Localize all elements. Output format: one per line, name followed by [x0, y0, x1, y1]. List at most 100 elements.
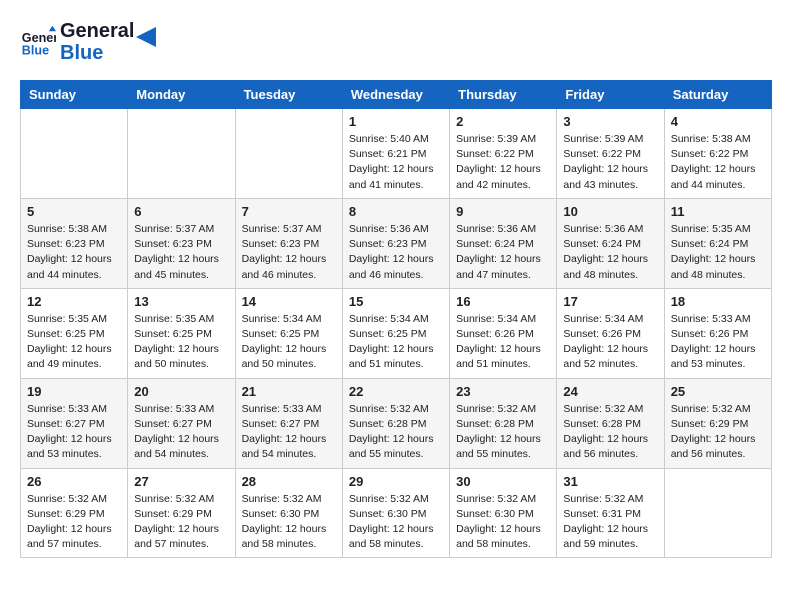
day-info: Sunrise: 5:34 AM Sunset: 6:25 PM Dayligh… — [242, 312, 336, 373]
calendar-cell: 6 Sunrise: 5:37 AM Sunset: 6:23 PM Daylig… — [128, 198, 235, 288]
day-info: Sunrise: 5:32 AM Sunset: 6:30 PM Dayligh… — [349, 492, 443, 553]
day-number: 23 — [456, 384, 550, 399]
day-number: 18 — [671, 294, 765, 309]
day-number: 17 — [563, 294, 657, 309]
day-number: 6 — [134, 204, 228, 219]
day-number: 27 — [134, 474, 228, 489]
day-info: Sunrise: 5:38 AM Sunset: 6:23 PM Dayligh… — [27, 222, 121, 283]
day-info: Sunrise: 5:36 AM Sunset: 6:23 PM Dayligh… — [349, 222, 443, 283]
calendar-cell: 12 Sunrise: 5:35 AM Sunset: 6:25 PM Dayli… — [21, 288, 128, 378]
day-info: Sunrise: 5:35 AM Sunset: 6:25 PM Dayligh… — [134, 312, 228, 373]
day-info: Sunrise: 5:34 AM Sunset: 6:26 PM Dayligh… — [563, 312, 657, 373]
day-info: Sunrise: 5:32 AM Sunset: 6:29 PM Dayligh… — [27, 492, 121, 553]
day-number: 1 — [349, 114, 443, 129]
day-number: 16 — [456, 294, 550, 309]
calendar-cell: 26 Sunrise: 5:32 AM Sunset: 6:29 PM Dayli… — [21, 468, 128, 558]
weekday-header-saturday: Saturday — [664, 81, 771, 109]
day-number: 19 — [27, 384, 121, 399]
calendar-cell: 4 Sunrise: 5:38 AM Sunset: 6:22 PM Daylig… — [664, 109, 771, 199]
calendar-cell: 27 Sunrise: 5:32 AM Sunset: 6:29 PM Dayli… — [128, 468, 235, 558]
calendar-cell: 17 Sunrise: 5:34 AM Sunset: 6:26 PM Dayli… — [557, 288, 664, 378]
day-number: 14 — [242, 294, 336, 309]
day-info: Sunrise: 5:33 AM Sunset: 6:27 PM Dayligh… — [27, 402, 121, 463]
calendar-cell: 18 Sunrise: 5:33 AM Sunset: 6:26 PM Dayli… — [664, 288, 771, 378]
weekday-header-friday: Friday — [557, 81, 664, 109]
day-info: Sunrise: 5:32 AM Sunset: 6:31 PM Dayligh… — [563, 492, 657, 553]
calendar-cell — [21, 109, 128, 199]
day-number: 15 — [349, 294, 443, 309]
day-number: 26 — [27, 474, 121, 489]
day-number: 31 — [563, 474, 657, 489]
day-info: Sunrise: 5:38 AM Sunset: 6:22 PM Dayligh… — [671, 132, 765, 193]
calendar-cell: 23 Sunrise: 5:32 AM Sunset: 6:28 PM Dayli… — [450, 378, 557, 468]
logo-line1: General — [60, 20, 134, 42]
calendar-cell: 10 Sunrise: 5:36 AM Sunset: 6:24 PM Dayli… — [557, 198, 664, 288]
calendar-cell: 13Sunrise: 5:35 AM Sunset: 6:25 PM Dayli… — [128, 288, 235, 378]
day-info: Sunrise: 5:35 AM Sunset: 6:24 PM Dayligh… — [671, 222, 765, 283]
calendar-cell: 20 Sunrise: 5:33 AM Sunset: 6:27 PM Dayli… — [128, 378, 235, 468]
calendar-cell: 19 Sunrise: 5:33 AM Sunset: 6:27 PM Dayli… — [21, 378, 128, 468]
day-info: Sunrise: 5:33 AM Sunset: 6:26 PM Dayligh… — [671, 312, 765, 373]
weekday-header-sunday: Sunday — [21, 81, 128, 109]
calendar-cell: 7 Sunrise: 5:37 AM Sunset: 6:23 PM Daylig… — [235, 198, 342, 288]
logo-arrow-icon — [136, 27, 156, 47]
day-info: Sunrise: 5:34 AM Sunset: 6:26 PM Dayligh… — [456, 312, 550, 373]
day-number: 30 — [456, 474, 550, 489]
calendar-week-row: 1 Sunrise: 5:40 AM Sunset: 6:21 PM Daylig… — [21, 109, 772, 199]
day-number: 29 — [349, 474, 443, 489]
calendar-week-row: 19 Sunrise: 5:33 AM Sunset: 6:27 PM Dayli… — [21, 378, 772, 468]
day-info: Sunrise: 5:36 AM Sunset: 6:24 PM Dayligh… — [456, 222, 550, 283]
day-info: Sunrise: 5:32 AM Sunset: 6:30 PM Dayligh… — [456, 492, 550, 553]
calendar-cell: 24 Sunrise: 5:32 AM Sunset: 6:28 PM Dayli… — [557, 378, 664, 468]
day-number: 5 — [27, 204, 121, 219]
svg-text:Blue: Blue — [22, 44, 49, 58]
day-number: 20 — [134, 384, 228, 399]
weekday-header-wednesday: Wednesday — [342, 81, 449, 109]
day-number: 21 — [242, 384, 336, 399]
day-number: 9 — [456, 204, 550, 219]
calendar-header-row: SundayMondayTuesdayWednesdayThursdayFrid… — [21, 81, 772, 109]
calendar-cell: 14 Sunrise: 5:34 AM Sunset: 6:25 PM Dayli… — [235, 288, 342, 378]
day-info: Sunrise: 5:34 AM Sunset: 6:25 PM Dayligh… — [349, 312, 443, 373]
page-header: General Blue General Blue — [20, 20, 772, 64]
calendar-cell — [235, 109, 342, 199]
calendar-cell — [664, 468, 771, 558]
day-number: 11 — [671, 204, 765, 219]
day-info: Sunrise: 5:35 AM Sunset: 6:25 PM Dayligh… — [27, 312, 121, 373]
calendar-cell — [128, 109, 235, 199]
day-info: Sunrise: 5:37 AM Sunset: 6:23 PM Dayligh… — [242, 222, 336, 283]
calendar-cell: 5 Sunrise: 5:38 AM Sunset: 6:23 PM Daylig… — [21, 198, 128, 288]
calendar-week-row: 12 Sunrise: 5:35 AM Sunset: 6:25 PM Dayli… — [21, 288, 772, 378]
day-info: Sunrise: 5:36 AM Sunset: 6:24 PM Dayligh… — [563, 222, 657, 283]
day-info: Sunrise: 5:32 AM Sunset: 6:29 PM Dayligh… — [671, 402, 765, 463]
day-number: 4 — [671, 114, 765, 129]
day-number: 2 — [456, 114, 550, 129]
day-number: 24 — [563, 384, 657, 399]
day-number: 7 — [242, 204, 336, 219]
weekday-header-thursday: Thursday — [450, 81, 557, 109]
calendar-cell: 29 Sunrise: 5:32 AM Sunset: 6:30 PM Dayli… — [342, 468, 449, 558]
weekday-header-monday: Monday — [128, 81, 235, 109]
day-number: 10 — [563, 204, 657, 219]
day-info: Sunrise: 5:32 AM Sunset: 6:29 PM Dayligh… — [134, 492, 228, 553]
day-info: Sunrise: 5:32 AM Sunset: 6:28 PM Dayligh… — [563, 402, 657, 463]
day-number: 28 — [242, 474, 336, 489]
calendar-week-row: 26 Sunrise: 5:32 AM Sunset: 6:29 PM Dayli… — [21, 468, 772, 558]
day-number: 12 — [27, 294, 121, 309]
weekday-header-tuesday: Tuesday — [235, 81, 342, 109]
calendar-cell: 21Sunrise: 5:33 AM Sunset: 6:27 PM Dayli… — [235, 378, 342, 468]
day-number: 25 — [671, 384, 765, 399]
day-info: Sunrise: 5:40 AM Sunset: 6:21 PM Dayligh… — [349, 132, 443, 193]
calendar-cell: 3Sunrise: 5:39 AM Sunset: 6:22 PM Daylig… — [557, 109, 664, 199]
day-info: Sunrise: 5:32 AM Sunset: 6:30 PM Dayligh… — [242, 492, 336, 553]
logo-icon: General Blue — [20, 24, 56, 60]
calendar-cell: 2 Sunrise: 5:39 AM Sunset: 6:22 PM Daylig… — [450, 109, 557, 199]
calendar-table: SundayMondayTuesdayWednesdayThursdayFrid… — [20, 80, 772, 558]
day-info: Sunrise: 5:32 AM Sunset: 6:28 PM Dayligh… — [456, 402, 550, 463]
calendar-week-row: 5 Sunrise: 5:38 AM Sunset: 6:23 PM Daylig… — [21, 198, 772, 288]
day-info: Sunrise: 5:37 AM Sunset: 6:23 PM Dayligh… — [134, 222, 228, 283]
calendar-cell: 11 Sunrise: 5:35 AM Sunset: 6:24 PM Dayli… — [664, 198, 771, 288]
day-info: Sunrise: 5:39 AM Sunset: 6:22 PM Dayligh… — [456, 132, 550, 193]
calendar-cell: 22Sunrise: 5:32 AM Sunset: 6:28 PM Dayli… — [342, 378, 449, 468]
day-info: Sunrise: 5:33 AM Sunset: 6:27 PM Dayligh… — [134, 402, 228, 463]
